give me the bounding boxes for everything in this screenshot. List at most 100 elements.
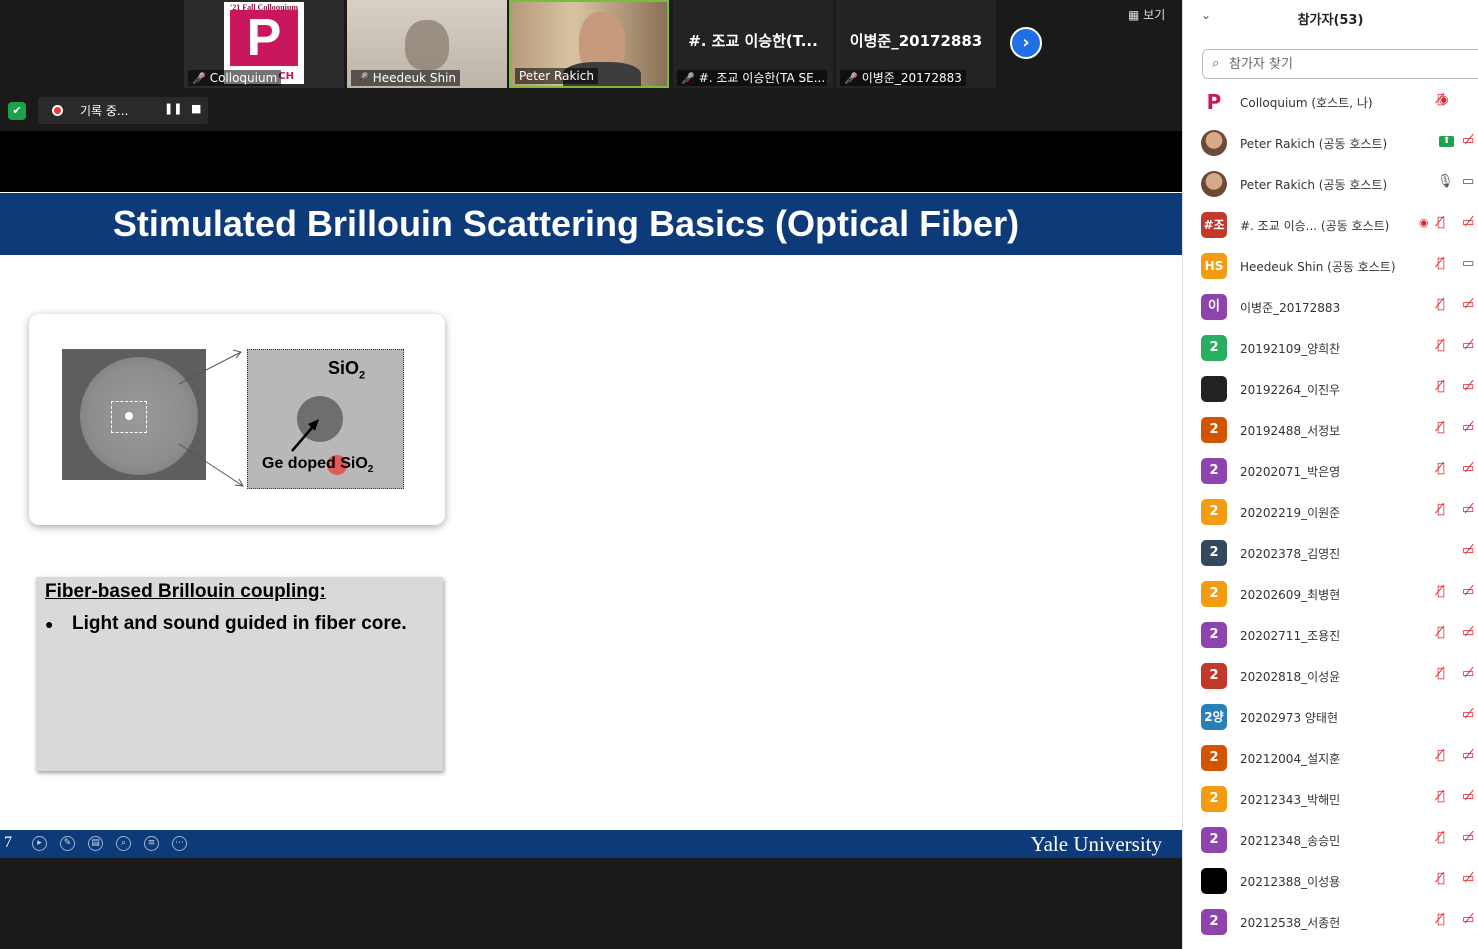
mic-muted-icon[interactable]: 🎙̸: [1437, 297, 1445, 313]
participant-name: 20202973 양태현: [1240, 711, 1339, 725]
zoom-icon[interactable]: ⌕: [116, 836, 131, 851]
video-tile-peter-rakich[interactable]: Peter Rakich: [509, 0, 669, 88]
camera-off-icon[interactable]: ▭̸: [1462, 666, 1474, 682]
participant-row[interactable]: HS Heedeuk Shin (공동 호스트) 🎙̸ ▭: [1183, 246, 1478, 287]
participant-row[interactable]: 2 20192488_서정보 🎙̸ ▭̸: [1183, 410, 1478, 451]
video-tile-ta[interactable]: #. 조교 이승한(T... 🎤̸ #. 조교 이승한(TA SE...: [673, 0, 833, 88]
view-button[interactable]: ▦ 보기: [1128, 6, 1165, 23]
participant-row[interactable]: 20212388_이성용 🎙̸ ▭̸: [1183, 861, 1478, 902]
participant-row[interactable]: 2양 20202973 양태현 ▭̸: [1183, 697, 1478, 738]
participant-row[interactable]: P Colloquium (호스트, 나) ◉ 🎙̸: [1183, 82, 1478, 123]
mic-muted-icon[interactable]: 🎙̸: [1437, 789, 1445, 805]
camera-off-icon[interactable]: ▭̸: [1462, 133, 1474, 149]
record-icon[interactable]: ◉: [1419, 215, 1429, 231]
subtitles-icon[interactable]: ≡: [144, 836, 159, 851]
participant-row[interactable]: 2 20202609_최병현 🎙̸ ▭̸: [1183, 574, 1478, 615]
camera-off-icon[interactable]: ▭̸: [1462, 912, 1474, 928]
camera-icon[interactable]: ▭: [1462, 174, 1474, 190]
camera-off-icon[interactable]: ▭̸: [1462, 584, 1474, 600]
mic-muted-icon[interactable]: 🎙̸: [1437, 461, 1445, 477]
participant-row[interactable]: 2 20212348_송승민 🎙̸ ▭̸: [1183, 820, 1478, 861]
avatar: 2: [1201, 827, 1227, 853]
avatar: 2: [1201, 581, 1227, 607]
pen-icon[interactable]: ✎: [60, 836, 75, 851]
tile-name: 🎤̸ Heedeuk Shin: [351, 70, 461, 86]
participant-name: 20202609_최병현: [1240, 588, 1341, 602]
camera-off-icon[interactable]: ▭̸: [1462, 830, 1474, 846]
slides-icon[interactable]: ▤: [88, 836, 103, 851]
participant-row[interactable]: 이 이병준_20172883 🎙̸ ▭̸: [1183, 287, 1478, 328]
mic-muted-icon[interactable]: 🎙̸: [1437, 420, 1445, 436]
participant-row[interactable]: #조 #. 조교 이승... (공동 호스트) ◉ 🎙̸ ▭̸: [1183, 205, 1478, 246]
participant-row[interactable]: 2 20202219_이원준 🎙̸ ▭̸: [1183, 492, 1478, 533]
participant-name: 20202818_이성윤: [1240, 670, 1341, 684]
mic-muted-icon[interactable]: 🎙̸: [1437, 830, 1445, 846]
video-strip: '21 Fall Colloquium P CH 🎤̸ Colloquium 🎤̸…: [0, 0, 1182, 131]
participant-row[interactable]: 2 20192109_양희찬 🎙̸ ▭̸: [1183, 328, 1478, 369]
participant-row[interactable]: 2 20212004_설지훈 🎙̸ ▭̸: [1183, 738, 1478, 779]
avatar: 2: [1201, 663, 1227, 689]
camera-off-icon[interactable]: ▭̸: [1462, 871, 1474, 887]
mic-muted-icon[interactable]: 🎙̸: [1437, 256, 1445, 272]
camera-off-icon[interactable]: ▭̸: [1462, 461, 1474, 477]
camera-off-icon[interactable]: ▭̸: [1462, 420, 1474, 436]
camera-off-icon[interactable]: ▭̸: [1462, 502, 1474, 518]
mic-muted-icon[interactable]: 🎙̸: [1437, 871, 1445, 887]
participant-row[interactable]: 2 20202378_김영진 ▭̸: [1183, 533, 1478, 574]
info-box: Fiber-based Brillouin coupling: ● Light a…: [36, 577, 443, 771]
participants-panel: ⌄ 참가자(53) ⌕ PColloquium (호스트, 나)◉🎙̸Peter…: [1182, 0, 1478, 949]
participant-row[interactable]: 2 20202071_박은영 🎙̸ ▭̸: [1183, 451, 1478, 492]
camera-off-icon[interactable]: ▭̸: [1462, 379, 1474, 395]
chevron-right-icon[interactable]: ›: [1010, 27, 1042, 59]
mic-muted-icon[interactable]: 🎙̸: [1437, 748, 1445, 764]
participant-name: 20192488_서정보: [1240, 424, 1341, 438]
participant-search: ⌕: [1202, 49, 1478, 79]
camera-off-icon[interactable]: ▭̸: [1462, 748, 1474, 764]
avatar: 2: [1201, 417, 1227, 443]
share-screen-icon[interactable]: ⬆: [1439, 136, 1454, 147]
participant-row[interactable]: 2 20212343_박해민 🎙̸ ▭̸: [1183, 779, 1478, 820]
participant-name: 20202378_김영진: [1240, 547, 1341, 561]
camera-off-icon[interactable]: ▭̸: [1462, 338, 1474, 354]
participant-row[interactable]: 2 20202711_조용진 🎙̸ ▭̸: [1183, 615, 1478, 656]
avatar: HS: [1201, 253, 1227, 279]
participant-search-input[interactable]: [1229, 54, 1469, 74]
camera-off-icon[interactable]: ▭̸: [1462, 543, 1474, 559]
participant-row[interactable]: 2 20212538_서종헌 🎙̸ ▭̸: [1183, 902, 1478, 943]
mic-muted-icon[interactable]: 🎙̸: [1437, 666, 1445, 682]
camera-off-icon[interactable]: ▭̸: [1462, 789, 1474, 805]
play-icon[interactable]: ▸: [32, 836, 47, 851]
camera-off-icon[interactable]: ▭̸: [1462, 215, 1474, 231]
mic-muted-icon[interactable]: 🎙̸: [1437, 912, 1445, 928]
mic-muted-icon[interactable]: 🎙̸: [1437, 92, 1445, 108]
more-icon[interactable]: ⋯: [172, 836, 187, 851]
camera-off-icon[interactable]: ▭̸: [1462, 625, 1474, 641]
mic-muted-icon[interactable]: 🎙̸: [1437, 625, 1445, 641]
avatar: 2: [1201, 499, 1227, 525]
mic-muted-icon[interactable]: 🎙̸: [1437, 379, 1445, 395]
yale-brand: Yale University: [1030, 832, 1162, 856]
fiber-figure-card: SiO2 Ge doped SiO2: [29, 314, 445, 525]
video-tile-heedeuk-shin[interactable]: 🎤̸ Heedeuk Shin: [347, 0, 507, 88]
participant-row[interactable]: Peter Rakich (공동 호스트) 🎙 ▭: [1183, 164, 1478, 205]
participant-row[interactable]: 2 20202818_이성윤 🎙̸ ▭̸: [1183, 656, 1478, 697]
participant-row[interactable]: Peter Rakich (공동 호스트) ⬆ ▭̸: [1183, 123, 1478, 164]
camera-off-icon[interactable]: ▭̸: [1462, 297, 1474, 313]
avatar: 2: [1201, 540, 1227, 566]
shield-icon[interactable]: ✔: [8, 102, 26, 120]
pause-recording-button[interactable]: ❚❚: [164, 102, 182, 115]
mic-muted-icon[interactable]: 🎙̸: [1437, 502, 1445, 518]
avatar: [1201, 376, 1227, 402]
mic-muted-icon[interactable]: 🎙̸: [1437, 584, 1445, 600]
mic-muted-icon[interactable]: 🎙̸: [1437, 215, 1445, 231]
camera-off-icon[interactable]: ▭̸: [1462, 707, 1474, 723]
camera-icon[interactable]: ▭: [1462, 256, 1474, 272]
recording-label: 기록 중...: [80, 104, 129, 118]
mic-muted-icon[interactable]: 🎙̸: [1437, 338, 1445, 354]
mic-icon[interactable]: 🎙: [1437, 174, 1454, 190]
participant-name: 20212343_박해민: [1240, 793, 1341, 807]
participant-row[interactable]: 20192264_이진우 🎙̸ ▭̸: [1183, 369, 1478, 410]
video-tile-20172883[interactable]: 이병준_20172883 🎤̸ 이병준_20172883: [836, 0, 996, 88]
video-tile-colloquium[interactable]: '21 Fall Colloquium P CH 🎤̸ Colloquium: [184, 0, 344, 88]
stop-recording-button[interactable]: ■: [191, 102, 201, 115]
